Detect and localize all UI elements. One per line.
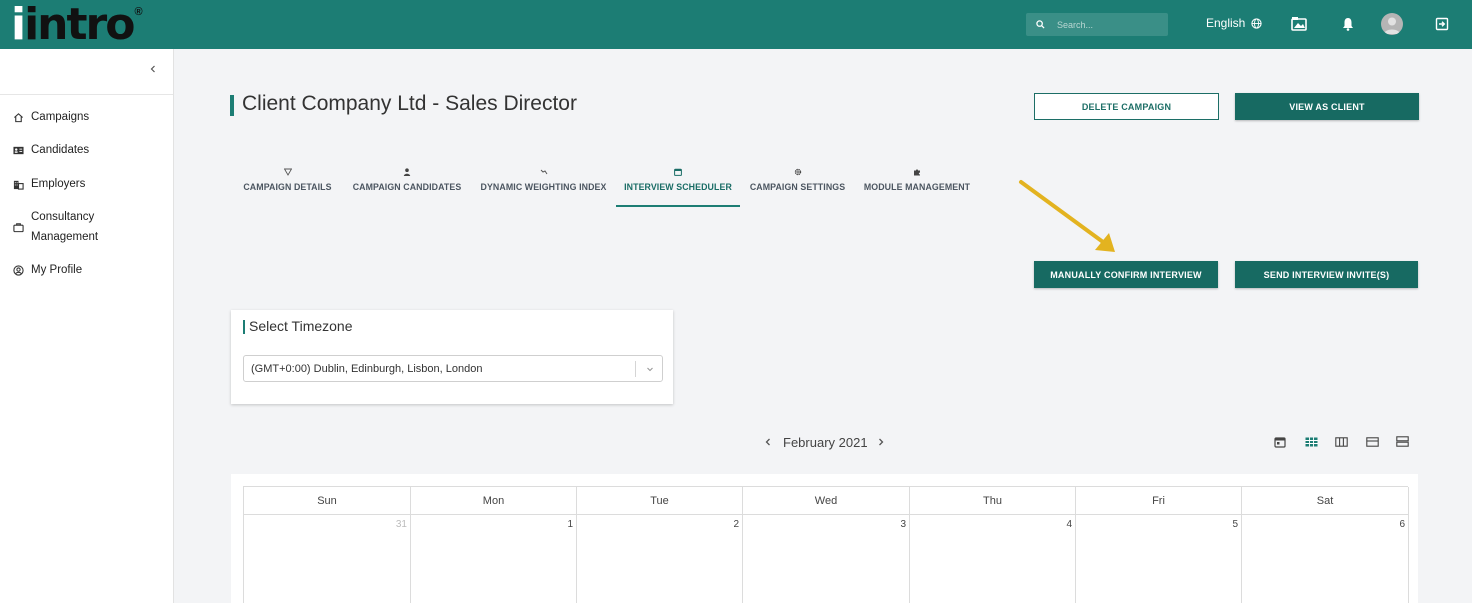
search-input[interactable] bbox=[1057, 19, 1157, 30]
weekday-header: Fri bbox=[1076, 487, 1242, 515]
weekday-header: Sat bbox=[1242, 487, 1409, 515]
sidebar-item-label: Consultancy bbox=[31, 211, 95, 223]
timezone-selected-value: (GMT+0:00) Dublin, Edinburgh, Lisbon, Lo… bbox=[251, 362, 483, 375]
day-number: 2 bbox=[733, 519, 739, 530]
tab-label: CAMPAIGN CANDIDATES bbox=[352, 182, 462, 192]
timezone-accent-bar bbox=[243, 320, 245, 334]
weekday-header: Thu bbox=[910, 487, 1076, 515]
send-interview-invites-button[interactable]: SEND INTERVIEW INVITE(S) bbox=[1235, 261, 1418, 288]
logo[interactable]: iintro ® bbox=[11, 0, 143, 49]
tab-label: CAMPAIGN DETAILS bbox=[243, 182, 332, 192]
day-number: 5 bbox=[1232, 519, 1238, 530]
tab-dynamic-weighting-index[interactable]: DYNAMIC WEIGHTING INDEX bbox=[479, 168, 608, 208]
day-number: 3 bbox=[900, 519, 906, 530]
month-view-icon[interactable] bbox=[1304, 435, 1318, 448]
bell-icon[interactable] bbox=[1339, 15, 1357, 33]
day-number: 6 bbox=[1399, 519, 1405, 530]
tab-label: INTERVIEW SCHEDULER bbox=[624, 182, 732, 192]
sidebar-item-candidates[interactable]: Candidates bbox=[13, 140, 89, 160]
calendar-day-cell[interactable]: 2 bbox=[577, 515, 743, 603]
funnel-icon bbox=[283, 168, 292, 176]
timezone-select[interactable]: (GMT+0:00) Dublin, Edinburgh, Lisbon, Lo… bbox=[243, 355, 663, 382]
title-accent-bar bbox=[230, 95, 234, 116]
calendar-month-label: February 2021 bbox=[783, 435, 868, 450]
home-icon bbox=[14, 112, 23, 122]
page-title: Client Company Ltd - Sales Director bbox=[242, 92, 577, 115]
user-circle-icon bbox=[13, 264, 24, 276]
sidebar-item-label: Employers bbox=[31, 178, 86, 190]
tab-campaign-candidates[interactable]: CAMPAIGN CANDIDATES bbox=[351, 168, 463, 208]
top-bar: iintro ® English bbox=[0, 0, 1472, 49]
search-icon bbox=[1036, 20, 1045, 29]
week-view-icon[interactable] bbox=[1334, 435, 1348, 448]
sidebar: Campaigns Candidates Employers Consultan… bbox=[0, 49, 174, 603]
sidebar-item-label-wrap: Consultancy Management bbox=[31, 207, 98, 247]
puzzle-icon bbox=[914, 169, 920, 176]
calendar-day-cell[interactable]: 31 bbox=[244, 515, 411, 603]
tab-label: MODULE MANAGEMENT bbox=[863, 182, 971, 192]
sidebar-item-employers[interactable]: Employers bbox=[13, 174, 85, 194]
tab-label: CAMPAIGN SETTINGS bbox=[749, 182, 846, 192]
person-icon bbox=[403, 168, 411, 176]
tab-campaign-settings[interactable]: CAMPAIGN SETTINGS bbox=[749, 168, 846, 208]
cog-icon bbox=[794, 168, 801, 176]
chevron-left-icon[interactable] bbox=[762, 436, 774, 448]
calendar-day-cell[interactable]: 5 bbox=[1076, 515, 1242, 603]
sidebar-divider bbox=[0, 94, 173, 95]
calendar-day-cell[interactable]: 1 bbox=[411, 515, 577, 603]
calendar-day-cell[interactable]: 4 bbox=[910, 515, 1076, 603]
sidebar-item-my-profile[interactable]: My Profile bbox=[13, 260, 82, 280]
tab-interview-scheduler[interactable]: INTERVIEW SCHEDULER bbox=[624, 168, 732, 208]
scale-icon bbox=[540, 169, 547, 175]
sidebar-item-consultancy-management[interactable]: Consultancy Management bbox=[13, 207, 98, 247]
tab-label: DYNAMIC WEIGHTING INDEX bbox=[480, 182, 607, 192]
delete-campaign-button[interactable]: DELETE CAMPAIGN bbox=[1034, 93, 1219, 120]
day-view-icon[interactable] bbox=[1365, 435, 1379, 448]
calendar-day-cell[interactable]: 6 bbox=[1242, 515, 1409, 603]
logout-icon[interactable] bbox=[1433, 15, 1451, 33]
avatar[interactable] bbox=[1381, 13, 1403, 35]
calendar-day-cell[interactable]: 3 bbox=[743, 515, 910, 603]
chevron-right-icon[interactable] bbox=[875, 436, 887, 448]
sidebar-item-label-line2: Management bbox=[31, 231, 99, 243]
tab-campaign-details[interactable]: CAMPAIGN DETAILS bbox=[242, 168, 333, 208]
building-icon bbox=[13, 180, 24, 190]
weekday-header: Mon bbox=[411, 487, 577, 515]
chevron-left-icon[interactable] bbox=[146, 62, 160, 76]
list-view-icon[interactable] bbox=[1395, 435, 1409, 448]
weekday-header: Wed bbox=[743, 487, 910, 515]
search-box[interactable] bbox=[1026, 13, 1168, 36]
sidebar-item-label: Campaigns bbox=[31, 111, 90, 123]
timezone-title: Select Timezone bbox=[249, 318, 353, 334]
sidebar-item-label: My Profile bbox=[31, 264, 83, 276]
calendar-today-icon[interactable] bbox=[1273, 435, 1287, 448]
sidebar-item-campaigns[interactable]: Campaigns bbox=[13, 107, 89, 127]
globe-icon bbox=[1251, 17, 1262, 29]
select-separator bbox=[635, 361, 636, 377]
calendar-card: Sun Mon Tue Wed Thu Fri Sat 31 1 2 3 4 5… bbox=[231, 474, 1418, 603]
weekday-header: Sun bbox=[244, 487, 411, 515]
timezone-card: Select Timezone (GMT+0:00) Dublin, Edinb… bbox=[231, 310, 673, 404]
chevron-down-icon[interactable] bbox=[645, 364, 655, 374]
calendar-icon bbox=[674, 168, 682, 176]
tab-module-management[interactable]: MODULE MANAGEMENT bbox=[863, 168, 971, 208]
language-selector[interactable]: English bbox=[1206, 16, 1262, 30]
annotation-arrow bbox=[1019, 180, 1115, 252]
day-number: 1 bbox=[567, 519, 573, 530]
weekday-header: Tue bbox=[577, 487, 743, 515]
logo-text: iintro bbox=[11, 0, 135, 50]
id-card-icon bbox=[13, 146, 24, 154]
sidebar-item-label: Candidates bbox=[31, 144, 90, 156]
active-tab-indicator bbox=[616, 205, 740, 207]
view-as-client-button[interactable]: VIEW AS CLIENT bbox=[1235, 93, 1419, 120]
media-icon[interactable] bbox=[1290, 15, 1308, 33]
language-label: English bbox=[1206, 16, 1246, 30]
calendar-grid: Sun Mon Tue Wed Thu Fri Sat 31 1 2 3 4 5… bbox=[243, 486, 1409, 603]
manually-confirm-interview-button[interactable]: MANUALLY CONFIRM INTERVIEW bbox=[1034, 261, 1218, 288]
registered-mark: ® bbox=[134, 6, 143, 18]
day-number: 31 bbox=[395, 519, 407, 530]
day-number: 4 bbox=[1066, 519, 1072, 530]
briefcase-icon bbox=[13, 222, 24, 232]
